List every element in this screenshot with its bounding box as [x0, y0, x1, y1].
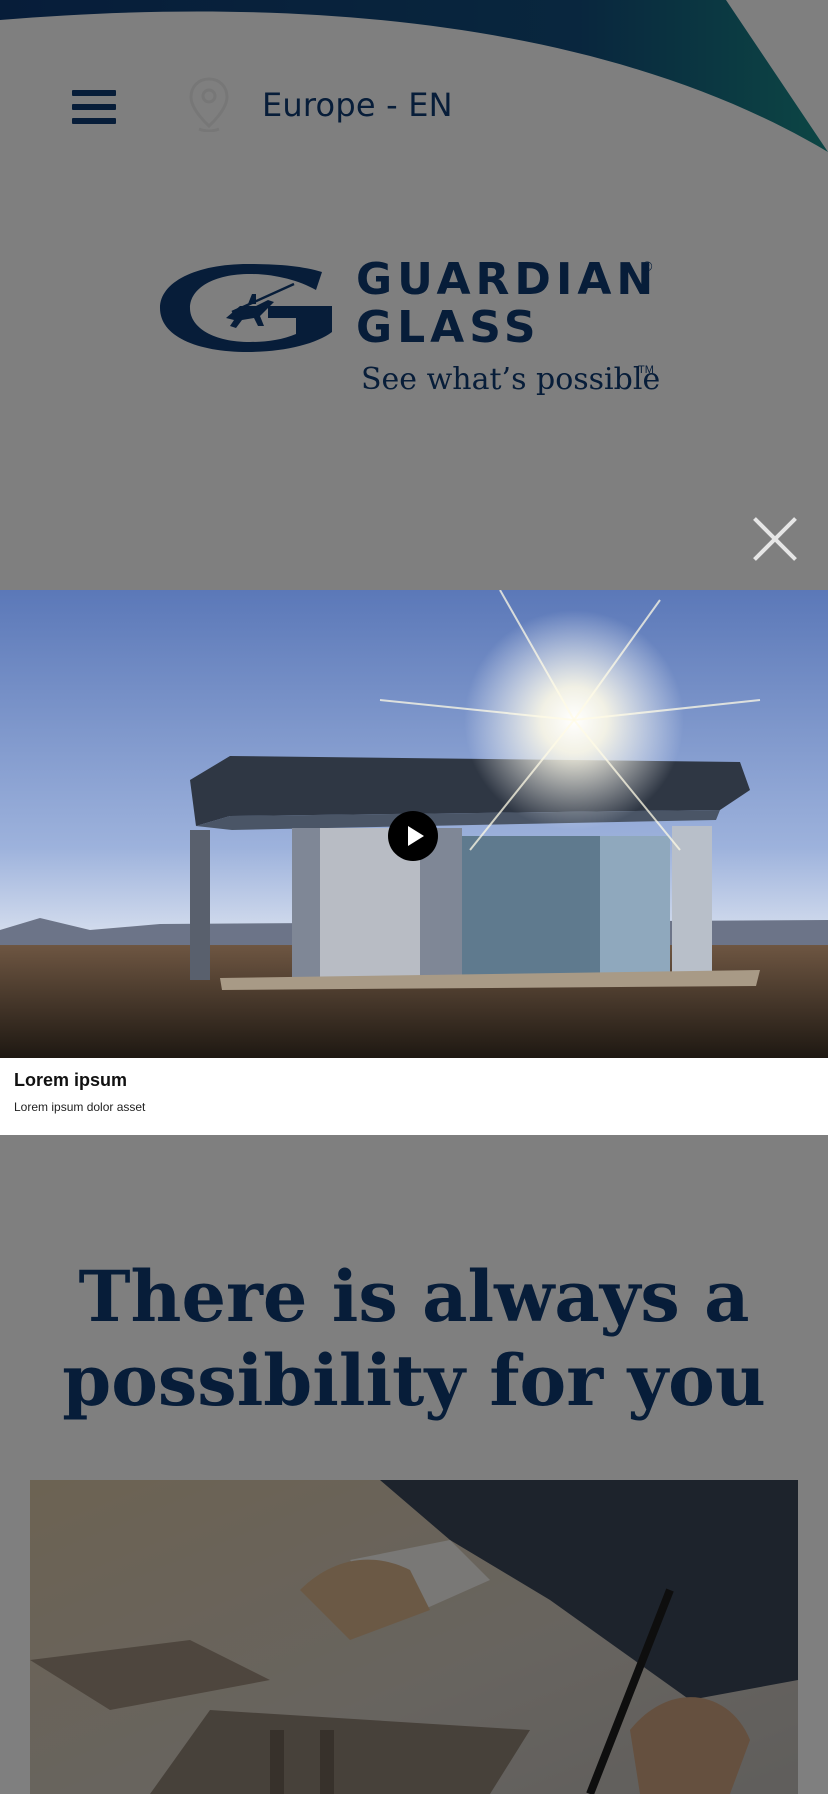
close-icon[interactable]	[752, 516, 798, 562]
guardian-glass-logo[interactable]: GUARDIAN ® GLASS See what’s possible TM	[156, 250, 676, 410]
video-caption-subtitle: Lorem ipsum dolor asset	[14, 1100, 146, 1114]
brand-name-line1: GUARDIAN	[356, 254, 659, 305]
registered-mark: ®	[642, 258, 653, 274]
page: Europe - EN GUARDIAN ® GLASS See what’s …	[0, 0, 828, 1794]
guardian-g-horse-logo-icon	[160, 264, 332, 352]
region-selector[interactable]: Europe - EN	[262, 86, 453, 124]
hero-headline: There is always a possibility for you	[0, 1255, 828, 1423]
hero-headline-line1: There is always a	[78, 1255, 750, 1338]
top-bar: Europe - EN	[0, 60, 828, 150]
trademark-mark: TM	[638, 364, 654, 376]
play-icon[interactable]	[388, 811, 438, 861]
brand-tagline: See what’s possible	[361, 362, 661, 397]
video-caption-title: Lorem ipsum	[14, 1070, 128, 1090]
video-modal: Lorem ipsum Lorem ipsum dolor asset	[0, 590, 828, 1135]
hero-headline-line2: possibility for you	[62, 1339, 766, 1422]
hamburger-menu-icon[interactable]	[72, 90, 116, 124]
brand-name-line2: GLASS	[356, 302, 541, 353]
architect-model-photo	[30, 1480, 798, 1794]
location-pin-icon[interactable]	[188, 76, 230, 132]
